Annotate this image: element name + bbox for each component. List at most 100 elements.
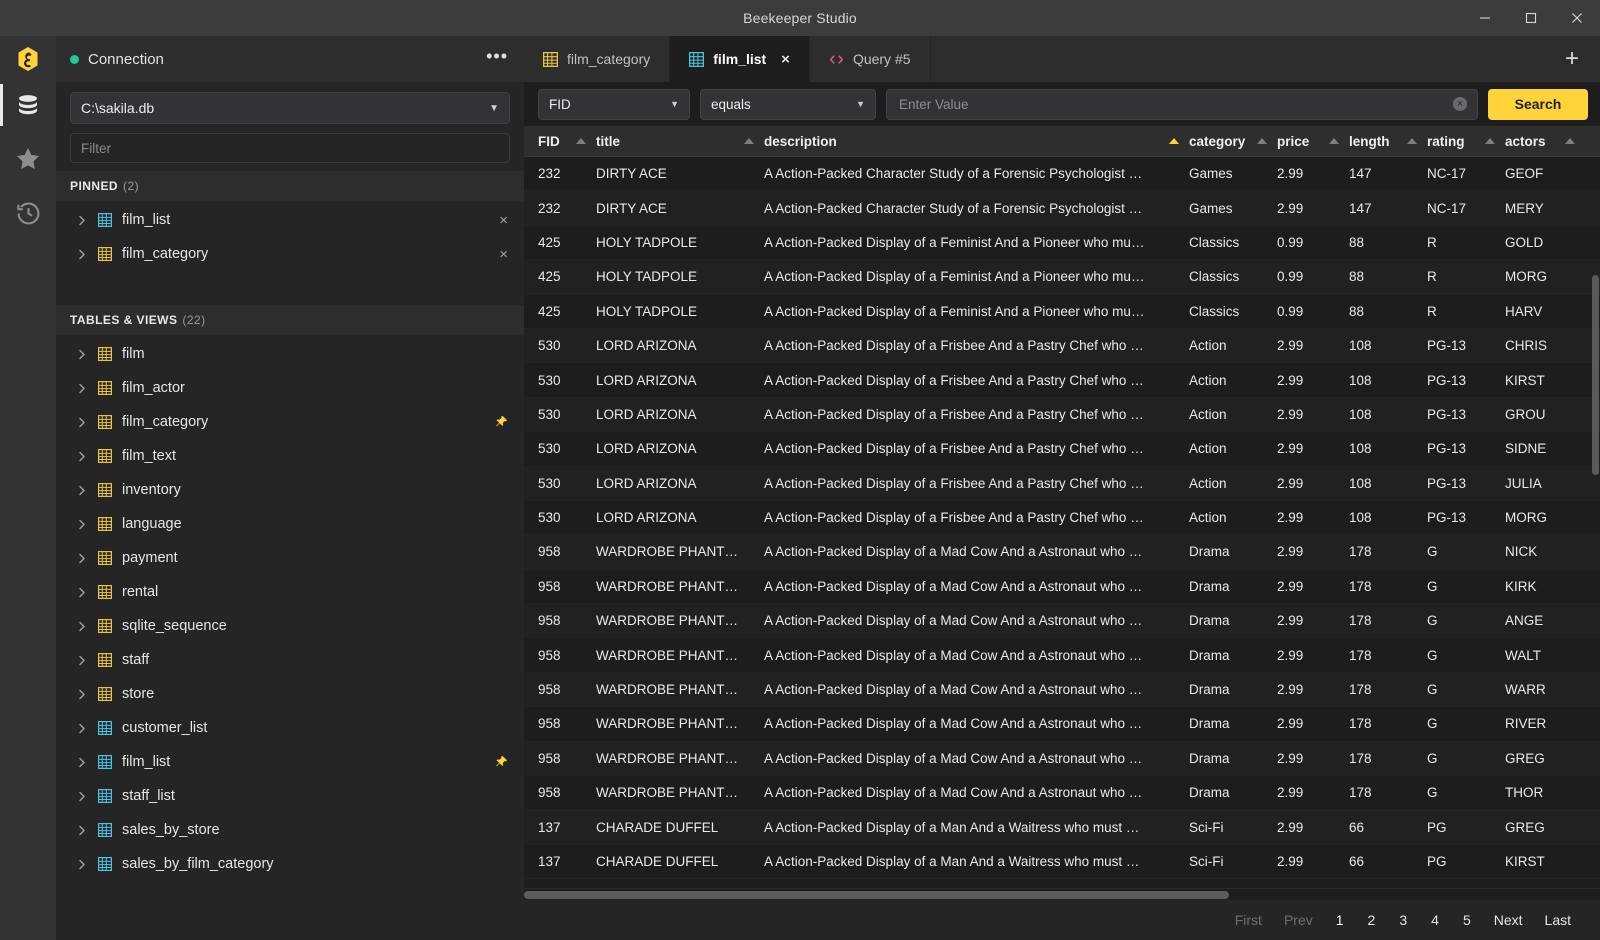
- cell-fid[interactable]: 232: [538, 201, 596, 216]
- cell-actors[interactable]: HARV: [1505, 304, 1585, 319]
- sidebar-item-film[interactable]: film: [56, 337, 524, 371]
- chevron-right-icon[interactable]: [78, 519, 94, 530]
- chevron-right-icon[interactable]: [78, 825, 94, 836]
- cell-description[interactable]: A Action-Packed Display of a Man And a W…: [764, 854, 1189, 869]
- cell-length[interactable]: 178: [1349, 579, 1427, 594]
- sidebar-item-sqlite-sequence[interactable]: sqlite_sequence: [56, 609, 524, 643]
- cell-category[interactable]: Action: [1189, 476, 1277, 491]
- cell-actors[interactable]: JULIA: [1505, 476, 1585, 491]
- vertical-scrollbar-thumb[interactable]: [1592, 275, 1599, 475]
- cell-description[interactable]: A Action-Packed Display of a Man And a W…: [764, 820, 1189, 835]
- cell-price[interactable]: 2.99: [1277, 785, 1349, 800]
- cell-price[interactable]: 2.99: [1277, 476, 1349, 491]
- cell-category[interactable]: Classics: [1189, 304, 1277, 319]
- cell-actors[interactable]: KIRK: [1505, 579, 1585, 594]
- cell-rating[interactable]: NC-17: [1427, 201, 1505, 216]
- connection-more-icon[interactable]: •••: [486, 51, 508, 67]
- cell-length[interactable]: 88: [1349, 235, 1427, 250]
- cell-price[interactable]: 2.99: [1277, 682, 1349, 697]
- cell-description[interactable]: A Action-Packed Character Study of a For…: [764, 201, 1189, 216]
- cell-actors[interactable]: GREG: [1505, 751, 1585, 766]
- cell-rating[interactable]: G: [1427, 716, 1505, 731]
- cell-length[interactable]: 178: [1349, 751, 1427, 766]
- cell-price[interactable]: 0.99: [1277, 304, 1349, 319]
- sidebar-item-staff-list[interactable]: staff_list: [56, 779, 524, 813]
- table-row[interactable]: 958WARDROBE PHANT…A Action-Packed Displa…: [524, 776, 1600, 810]
- maximize-button[interactable]: [1508, 0, 1554, 36]
- column-header-actors[interactable]: actors: [1505, 126, 1585, 156]
- cell-price[interactable]: 0.99: [1277, 269, 1349, 284]
- cell-title[interactable]: WARDROBE PHANT…: [596, 613, 764, 628]
- column-header-category[interactable]: category: [1189, 126, 1277, 156]
- sidebar-item-film-actor[interactable]: film_actor: [56, 371, 524, 405]
- cell-actors[interactable]: MORG: [1505, 269, 1585, 284]
- sort-icon[interactable]: [1257, 138, 1267, 144]
- cell-description[interactable]: A Action-Packed Display of a Mad Cow And…: [764, 544, 1189, 559]
- chevron-right-icon[interactable]: [78, 621, 94, 632]
- cell-title[interactable]: WARDROBE PHANT…: [596, 785, 764, 800]
- cell-actors[interactable]: WALT: [1505, 648, 1585, 663]
- column-header-description[interactable]: description: [764, 126, 1189, 156]
- cell-length[interactable]: 88: [1349, 304, 1427, 319]
- cell-title[interactable]: LORD ARIZONA: [596, 441, 764, 456]
- sidebar-item-rental[interactable]: rental: [56, 575, 524, 609]
- chevron-right-icon[interactable]: [78, 485, 94, 496]
- cell-price[interactable]: 2.99: [1277, 338, 1349, 353]
- cell-actors[interactable]: MERY: [1505, 201, 1585, 216]
- sidebar-item-inventory[interactable]: inventory: [56, 473, 524, 507]
- chevron-right-icon[interactable]: [78, 757, 94, 768]
- cell-fid[interactable]: 530: [538, 338, 596, 353]
- unpin-close-icon[interactable]: ×: [499, 213, 508, 228]
- cell-actors[interactable]: NICK: [1505, 544, 1585, 559]
- database-select[interactable]: C:\sakila.db ▼: [70, 92, 510, 124]
- cell-length[interactable]: 178: [1349, 716, 1427, 731]
- cell-actors[interactable]: KIRST: [1505, 373, 1585, 388]
- vertical-scrollbar[interactable]: [1591, 157, 1600, 888]
- filter-operator-select[interactable]: equals ▼: [700, 89, 876, 120]
- cell-description[interactable]: A Action-Packed Display of a Mad Cow And…: [764, 716, 1189, 731]
- cell-actors[interactable]: ANGE: [1505, 613, 1585, 628]
- column-header-fid[interactable]: FID: [538, 126, 596, 156]
- cell-fid[interactable]: 958: [538, 785, 596, 800]
- cell-fid[interactable]: 425: [538, 269, 596, 284]
- table-row[interactable]: 530LORD ARIZONAA Action-Packed Display o…: [524, 467, 1600, 501]
- cell-length[interactable]: 178: [1349, 613, 1427, 628]
- table-row[interactable]: 530LORD ARIZONAA Action-Packed Display o…: [524, 432, 1600, 466]
- cell-description[interactable]: A Action-Packed Display of a Feminist An…: [764, 269, 1189, 284]
- tab-close-icon[interactable]: ×: [781, 52, 790, 67]
- unpin-close-icon[interactable]: ×: [499, 247, 508, 262]
- cell-rating[interactable]: PG: [1427, 854, 1505, 869]
- cell-title[interactable]: LORD ARIZONA: [596, 407, 764, 422]
- cell-price[interactable]: 2.99: [1277, 648, 1349, 663]
- cell-category[interactable]: Drama: [1189, 613, 1277, 628]
- cell-length[interactable]: 88: [1349, 269, 1427, 284]
- chevron-right-icon[interactable]: [78, 417, 94, 428]
- cell-title[interactable]: HOLY TADPOLE: [596, 235, 764, 250]
- cell-description[interactable]: A Action-Packed Display of a Frisbee And…: [764, 407, 1189, 422]
- pin-icon[interactable]: [495, 415, 508, 430]
- cell-rating[interactable]: PG-13: [1427, 510, 1505, 525]
- cell-fid[interactable]: 958: [538, 544, 596, 559]
- new-tab-button[interactable]: +: [1544, 36, 1600, 82]
- cell-rating[interactable]: R: [1427, 304, 1505, 319]
- cell-price[interactable]: 2.99: [1277, 751, 1349, 766]
- cell-title[interactable]: WARDROBE PHANT…: [596, 682, 764, 697]
- sidebar-item-history[interactable]: [0, 186, 56, 240]
- sort-icon[interactable]: [1485, 138, 1495, 144]
- cell-length[interactable]: 147: [1349, 201, 1427, 216]
- cell-rating[interactable]: G: [1427, 613, 1505, 628]
- cell-fid[interactable]: 137: [538, 854, 596, 869]
- cell-length[interactable]: 178: [1349, 544, 1427, 559]
- sort-icon[interactable]: [1329, 138, 1339, 144]
- cell-category[interactable]: Drama: [1189, 682, 1277, 697]
- chevron-right-icon[interactable]: [78, 655, 94, 666]
- cell-description[interactable]: A Action-Packed Display of a Mad Cow And…: [764, 579, 1189, 594]
- cell-category[interactable]: Classics: [1189, 235, 1277, 250]
- cell-length[interactable]: 66: [1349, 820, 1427, 835]
- sidebar-item-favorites[interactable]: [0, 132, 56, 186]
- sidebar-item-customer-list[interactable]: customer_list: [56, 711, 524, 745]
- table-row[interactable]: 425HOLY TADPOLEA Action-Packed Display o…: [524, 295, 1600, 329]
- cell-rating[interactable]: PG: [1427, 820, 1505, 835]
- cell-fid[interactable]: 958: [538, 648, 596, 663]
- sidebar-item-sales-by-film-category[interactable]: sales_by_film_category: [56, 847, 524, 881]
